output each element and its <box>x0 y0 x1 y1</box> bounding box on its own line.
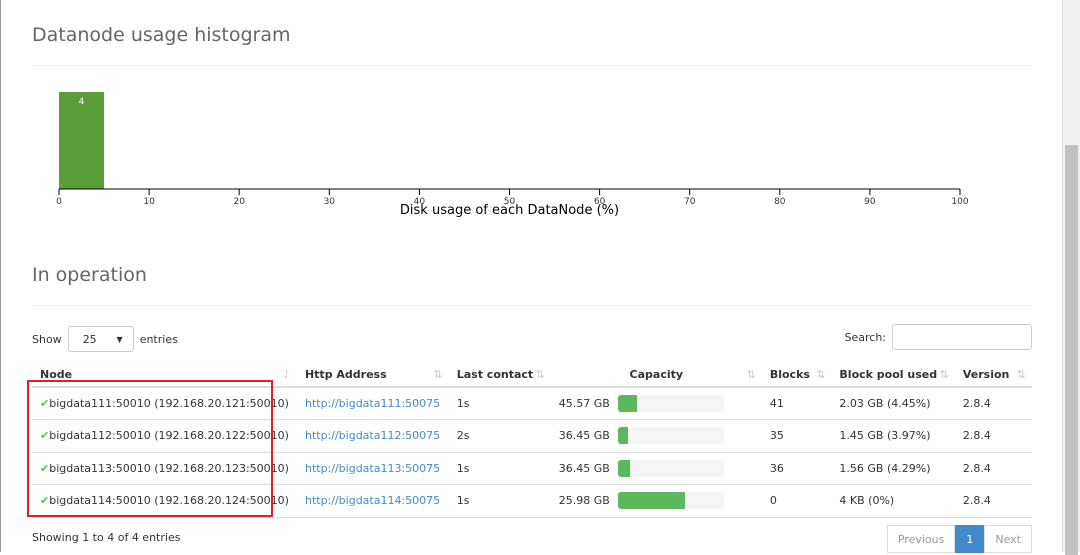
column-label: Capacity <box>629 367 684 381</box>
column-label: Http Address <box>304 367 387 381</box>
sort-icon: ⇅ <box>433 367 443 381</box>
sort-icon: ⇅ <box>1016 367 1026 381</box>
column-header[interactable]: Blocks ⇅ <box>761 362 832 388</box>
divider <box>32 305 1032 306</box>
blocks: 41 <box>761 387 832 420</box>
x-tick-label: 100 <box>951 197 968 207</box>
http-link[interactable]: http://bigdata111:50075 <box>305 397 440 410</box>
sort-icon: ⇅ <box>535 367 545 381</box>
sort-asc-icon: ⇃ <box>281 367 291 381</box>
next-button[interactable]: Next <box>984 525 1032 553</box>
capacity-value: 25.98 GB <box>558 494 610 508</box>
capacity-fill <box>617 427 629 445</box>
entries-label: entries <box>139 332 178 346</box>
previous-button[interactable]: Previous <box>886 525 956 553</box>
version: 2.8.4 <box>954 419 1032 453</box>
chevron-down-icon: ▼ <box>116 334 123 344</box>
capacity-value: 36.45 GB <box>558 429 610 443</box>
last-contact: 1s <box>448 484 551 518</box>
divider <box>32 65 1032 66</box>
capacity-value: 45.57 GB <box>558 397 610 410</box>
capacity-cell: 45.57 GB <box>550 387 762 420</box>
x-tick-label: 10 <box>143 197 155 207</box>
block-pool-used: 4 KB (0%) <box>831 484 955 518</box>
capacity-bar <box>617 395 724 412</box>
histogram-title: Datanode usage histogram <box>32 24 291 46</box>
search-control: Search: <box>844 324 1032 350</box>
blocks: 36 <box>761 452 832 485</box>
x-tick-label: 20 <box>233 197 245 207</box>
block-pool-used: 2.03 GB (4.45%) <box>831 387 955 420</box>
capacity-bar <box>617 459 724 477</box>
http-cell: http://bigdata111:50075 <box>296 387 449 420</box>
bar-count-label: 4 <box>79 97 85 107</box>
column-label: Node <box>40 367 73 381</box>
http-link[interactable]: http://bigdata112:50075 <box>305 429 440 442</box>
version: 2.8.4 <box>954 452 1032 485</box>
column-label: Version <box>962 367 1010 381</box>
scrollbar-thumb[interactable] <box>1065 145 1078 555</box>
x-tick-label: 90 <box>864 197 876 207</box>
column-header[interactable]: Last contact ⇅ <box>448 362 551 388</box>
sort-icon: ⇅ <box>816 367 826 381</box>
http-cell: http://bigdata112:50075 <box>296 419 449 453</box>
page-size-select[interactable]: 25 ▼ <box>67 326 134 352</box>
last-contact: 1s <box>448 452 551 485</box>
http-link[interactable]: http://bigdata113:50075 <box>305 462 440 475</box>
column-label: Last contact <box>456 367 534 381</box>
page-size-control: Show 25 ▼ entries <box>32 326 178 352</box>
column-header[interactable]: Capacity ⇅ <box>550 362 762 388</box>
sort-icon: ⇅ <box>939 367 949 381</box>
search-input[interactable] <box>892 324 1032 350</box>
page-1-button[interactable]: 1 <box>955 525 985 553</box>
capacity-cell: 25.98 GB <box>550 484 762 518</box>
capacity-fill <box>617 459 630 477</box>
x-axis-label: Disk usage of each DataNode (%) <box>400 203 619 218</box>
column-label: Blocks <box>769 367 810 381</box>
table-info: Showing 1 to 4 of 4 entries <box>32 531 181 544</box>
http-cell: http://bigdata113:50075 <box>296 452 449 485</box>
capacity-cell: 36.45 GB <box>550 419 762 453</box>
version: 2.8.4 <box>954 484 1032 518</box>
capacity-bar <box>617 492 724 510</box>
search-label: Search: <box>844 330 887 344</box>
column-header[interactable]: Block pool used ⇅ <box>831 362 955 388</box>
column-header[interactable]: Version ⇅ <box>954 362 1032 388</box>
column-header[interactable]: Http Address ⇅ <box>296 362 449 388</box>
pagination: Previous 1 Next <box>886 525 1032 553</box>
x-tick-label: 30 <box>324 197 336 207</box>
x-tick-label: 0 <box>56 197 62 207</box>
block-pool-used: 1.56 GB (4.29%) <box>831 452 955 485</box>
show-label: Show <box>32 332 62 346</box>
column-label: Block pool used <box>839 367 938 381</box>
blocks: 0 <box>761 484 832 518</box>
histogram-chart: 40 10 20 30 40 50 60 70 80 90 100Disk usage of eac… <box>56 92 969 218</box>
capacity-fill <box>617 492 685 510</box>
page-size-value: 25 <box>82 332 97 346</box>
x-tick-label: 70 <box>684 197 696 207</box>
block-pool-used: 1.45 GB (3.97%) <box>831 419 955 453</box>
sort-icon: ⇅ <box>746 367 756 381</box>
last-contact: 1s <box>448 387 551 420</box>
blocks: 35 <box>761 419 832 453</box>
last-contact: 2s <box>448 419 551 453</box>
highlight-box <box>27 380 273 517</box>
scrollbar[interactable] <box>1062 0 1080 555</box>
http-cell: http://bigdata114:50075 <box>296 484 449 518</box>
capacity-bar <box>617 427 724 445</box>
capacity-cell: 36.45 GB <box>550 452 762 485</box>
capacity-value: 36.45 GB <box>558 461 610 475</box>
http-link[interactable]: http://bigdata114:50075 <box>305 494 440 507</box>
capacity-fill <box>617 395 637 412</box>
x-tick-label: 80 <box>774 197 786 207</box>
version: 2.8.4 <box>954 387 1032 420</box>
operation-title: In operation <box>32 264 147 286</box>
